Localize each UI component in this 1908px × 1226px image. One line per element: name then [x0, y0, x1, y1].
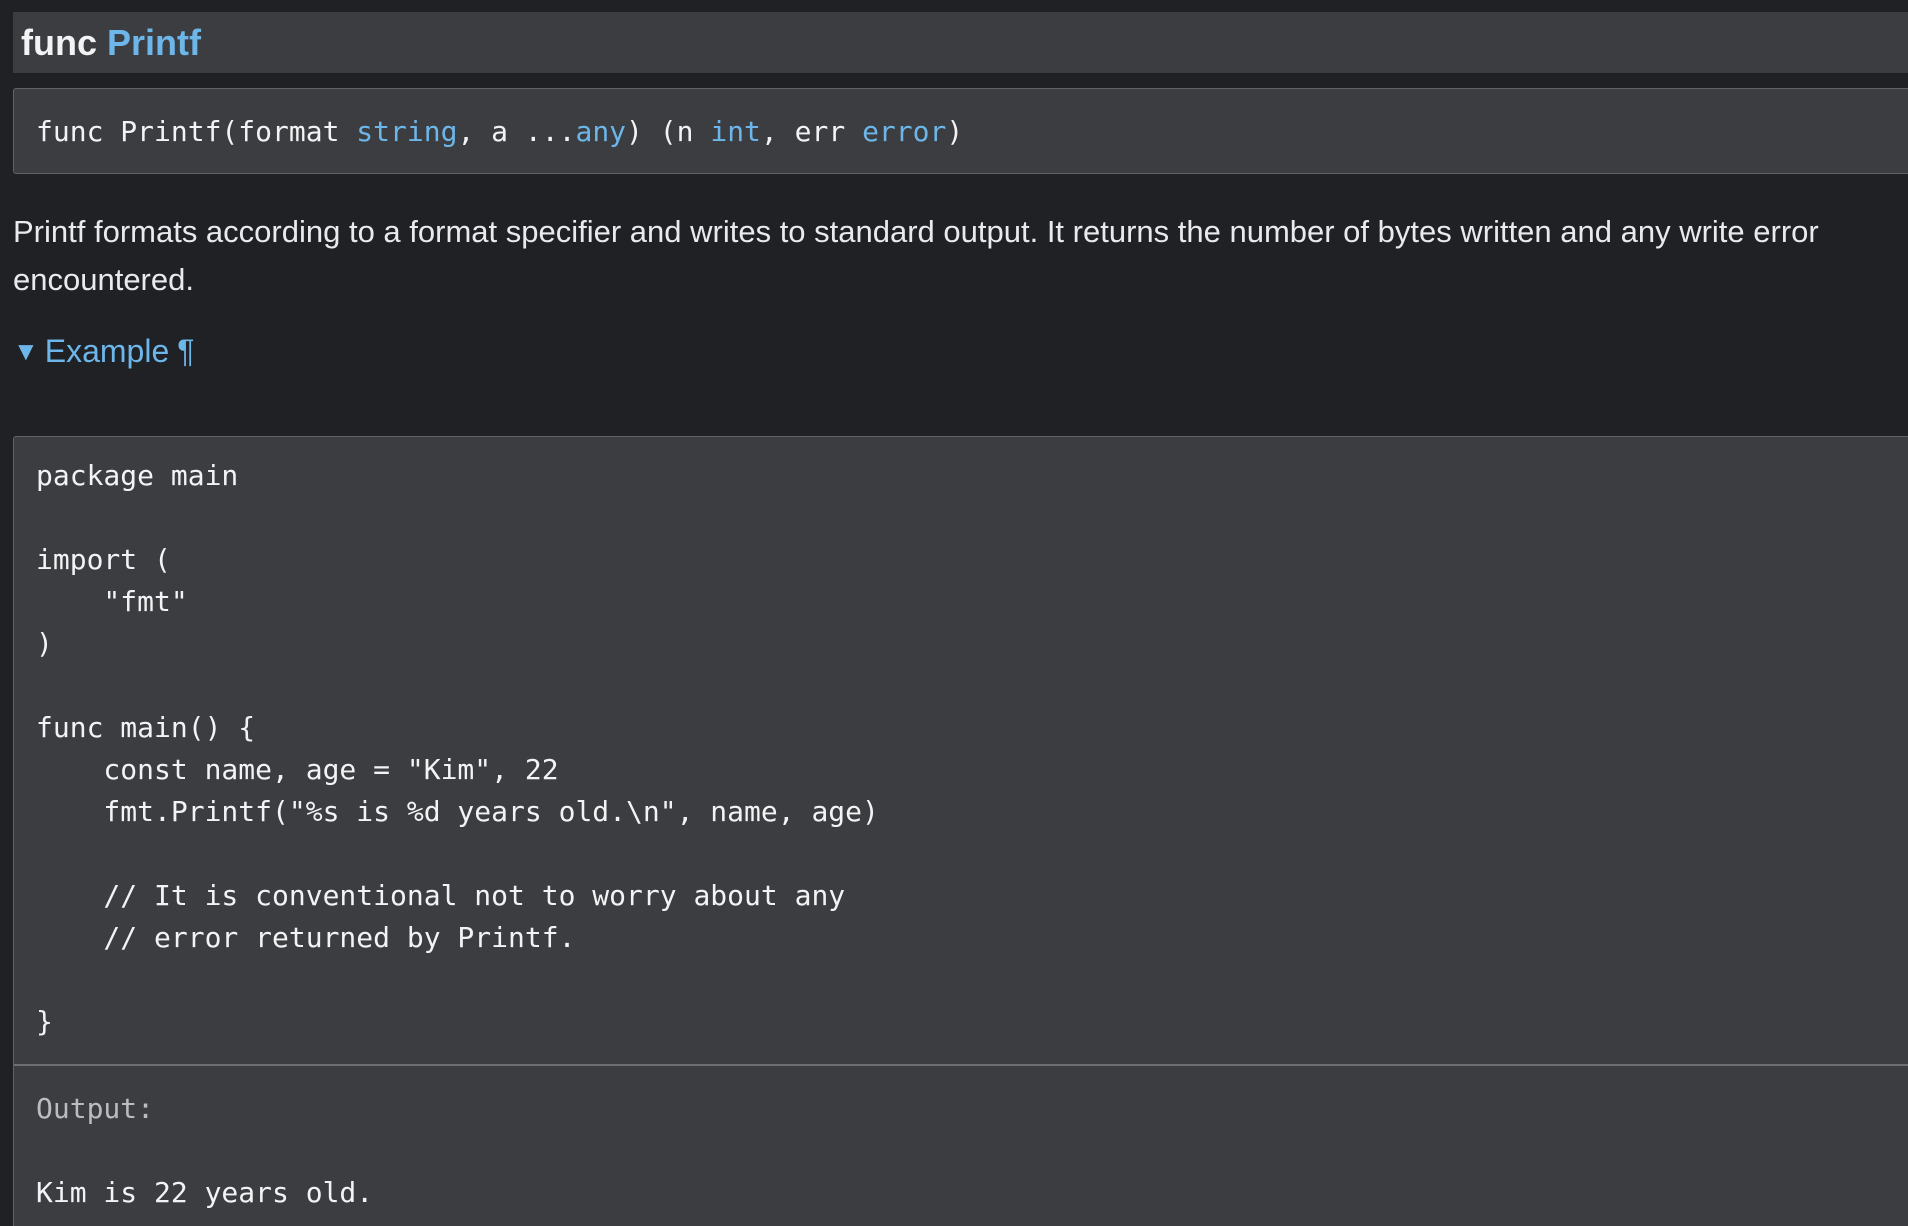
example-code-editor[interactable]: package main import ( "fmt" ) func main(…: [36, 455, 879, 1043]
output-text: Kim is 22 years old.: [36, 1176, 374, 1209]
type-link-error[interactable]: error: [862, 115, 946, 148]
function-description: Printf formats according to a format spe…: [13, 214, 1819, 297]
function-signature: func Printf(format string, a ... any) (n …: [13, 88, 1908, 174]
func-heading: func Printf: [13, 12, 1908, 73]
type-link-string[interactable]: string: [356, 115, 457, 148]
type-link-any[interactable]: any: [575, 115, 626, 148]
output-label: Output:: [36, 1092, 155, 1125]
example-label: Example: [44, 333, 170, 369]
signature-text: ): [946, 114, 964, 148]
signature-text: , a ...: [457, 114, 576, 148]
triangle-down-icon: ▼: [13, 336, 39, 366]
func-name: Printf: [107, 21, 201, 63]
signature-text: func Printf(format: [36, 114, 357, 148]
anchor-link-icon[interactable]: ¶: [177, 333, 194, 370]
signature-text: ) (n: [626, 114, 711, 148]
signature-text: , err: [760, 114, 863, 148]
output-divider: [14, 1064, 1908, 1066]
example-code-panel: package main import ( "fmt" ) func main(…: [13, 436, 1908, 1226]
example-toggle[interactable]: ▼ Example ¶: [13, 333, 194, 370]
type-link-int[interactable]: int: [710, 115, 761, 148]
func-keyword: func: [21, 21, 97, 63]
